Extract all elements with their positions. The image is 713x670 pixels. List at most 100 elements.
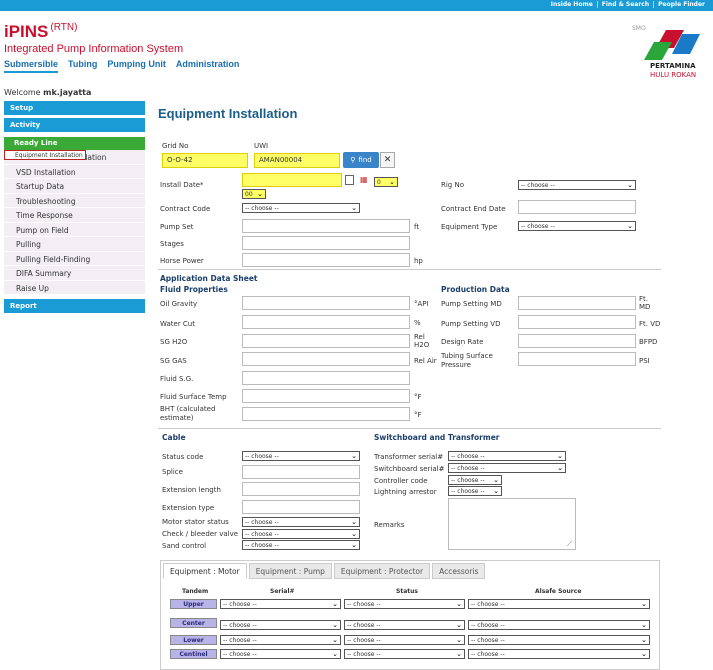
cable-title: Cable (162, 433, 186, 442)
find-button[interactable]: ⚲ find (343, 152, 379, 168)
water-cut-input[interactable] (242, 315, 410, 329)
centinel-alsafe-select[interactable]: -- choose -- ⌄ (468, 649, 650, 659)
hour-select[interactable]: 0 ⌄ (374, 177, 398, 187)
nav-submersible[interactable]: Submersible (4, 59, 59, 73)
center-serial-select[interactable]: -- choose -- ⌄ (220, 620, 341, 630)
resize-handle-icon[interactable]: ⟋ (567, 540, 572, 549)
transformer-serial-select[interactable]: -- choose -- ⌄ (448, 451, 566, 461)
uwi-label: UWI (254, 142, 269, 150)
sidebar-item-troubleshooting[interactable]: Troubleshooting (4, 193, 145, 208)
tubing-surface-pressure-input[interactable] (518, 352, 636, 366)
sg-gas-label: SG GAS (160, 357, 187, 365)
splice-input[interactable] (242, 465, 360, 479)
centinel-serial-select[interactable]: -- choose -- ⌄ (220, 649, 341, 659)
controller-code-select[interactable]: -- choose -- ⌄ (448, 475, 502, 485)
pump-setting-vd-input[interactable] (518, 315, 636, 329)
sidebar-ready-line: Ready Line (4, 137, 145, 150)
centinel-status-select[interactable]: -- choose -- ⌄ (344, 649, 465, 659)
horse-power-input[interactable] (242, 253, 410, 267)
sidebar-setup[interactable]: Setup (4, 101, 145, 115)
status-header: Status (396, 588, 418, 595)
fluid-sg-input[interactable] (242, 371, 410, 385)
tandem-centinel-button[interactable]: Centinel (170, 649, 217, 659)
smo-label: SMO (632, 25, 646, 32)
fluid-surface-temp-unit: °F (414, 393, 422, 401)
pump-set-label: Pump Set (160, 223, 194, 231)
sidebar-report[interactable]: Report (4, 299, 145, 313)
sg-gas-input[interactable] (242, 352, 410, 366)
rig-no-label: Rig No (441, 181, 464, 189)
sidebar-item-vsd-installation[interactable]: VSD Installation (4, 164, 145, 179)
bht-input[interactable] (242, 407, 410, 421)
motor-stator-status-label: Motor stator status (162, 518, 229, 526)
install-date-input[interactable] (242, 173, 342, 187)
rig-no-select[interactable]: -- choose -- ⌄ (518, 180, 636, 190)
calendar-icon[interactable] (345, 175, 354, 185)
nav-pumping-unit[interactable]: Pumping Unit (107, 59, 166, 73)
tandem-upper-button[interactable]: Upper (170, 599, 217, 609)
center-alsafe-select[interactable]: -- choose -- ⌄ (468, 620, 650, 630)
switchboard-serial-select[interactable]: -- choose -- ⌄ (448, 463, 566, 473)
fluid-surface-temp-input[interactable] (242, 389, 410, 403)
check-bleeder-valve-select[interactable]: -- choose -- ⌄ (242, 529, 360, 539)
upper-serial-select[interactable]: -- choose -- ⌄ (220, 599, 341, 609)
pump-setting-vd-unit: Ft. VD (639, 320, 661, 328)
water-cut-label: Water Cut (160, 320, 195, 328)
sand-control-select[interactable]: -- choose -- ⌄ (242, 540, 360, 550)
oil-gravity-label: Oil Gravity (160, 300, 198, 308)
find-search-link[interactable]: Find & Search (596, 1, 653, 8)
sidebar-item-pump-on-field[interactable]: Pump on Field (4, 222, 145, 237)
people-finder-link[interactable]: People Finder (653, 1, 709, 8)
upper-status-select[interactable]: -- choose -- ⌄ (344, 599, 465, 609)
sg-h2o-input[interactable] (242, 334, 410, 348)
tandem-lower-button[interactable]: Lower (170, 635, 217, 645)
sidebar-item-difa-summary[interactable]: DIFA Summary (4, 266, 145, 281)
extension-length-input[interactable] (242, 482, 360, 496)
clear-date-icon[interactable]: ▦ (360, 175, 369, 185)
pump-set-input[interactable] (242, 219, 410, 233)
extension-type-label: Extension type (162, 504, 215, 512)
lower-serial-select[interactable]: -- choose -- ⌄ (220, 635, 341, 645)
sidebar-item-pulling[interactable]: Pulling (4, 237, 145, 252)
motor-stator-status-select[interactable]: -- choose -- ⌄ (242, 517, 360, 527)
lightning-arrestor-select[interactable]: -- choose -- ⌄ (448, 486, 502, 496)
status-code-label: Status code (162, 453, 204, 461)
bht-label: BHT (calculated estimate) (160, 405, 216, 422)
contract-code-select[interactable]: -- choose -- ⌄ (242, 203, 360, 213)
tab-equipment-pump[interactable]: Equipment : Pump (248, 563, 332, 579)
center-status-select[interactable]: -- choose -- ⌄ (344, 620, 465, 630)
sidebar-item-startup-data[interactable]: Startup Data (4, 179, 145, 194)
sidebar-item-time-response[interactable]: Time Response (4, 208, 145, 223)
minute-select[interactable]: 00 ⌄ (242, 189, 266, 199)
status-code-select[interactable]: -- choose -- ⌄ (242, 451, 360, 461)
top-bar: Inside Home Find & Search People Finder (0, 0, 713, 11)
tab-equipment-motor[interactable]: Equipment : Motor (163, 563, 247, 579)
equipment-type-select[interactable]: -- choose -- ⌄ (518, 221, 636, 231)
tandem-center-button[interactable]: Center (170, 618, 217, 628)
design-rate-input[interactable] (518, 334, 636, 348)
upper-alsafe-select[interactable]: -- choose -- ⌄ (468, 599, 650, 609)
lower-alsafe-select[interactable]: -- choose -- ⌄ (468, 635, 650, 645)
oil-gravity-unit: °API (414, 300, 429, 308)
nav-administration[interactable]: Administration (176, 59, 240, 73)
remarks-textarea[interactable] (448, 498, 576, 550)
sidebar-item-pulling-field-finding[interactable]: Pulling Field-Finding (4, 251, 145, 266)
tab-equipment-protector[interactable]: Equipment : Protector (333, 563, 431, 579)
horse-power-unit: hp (414, 257, 423, 265)
nav-tubing[interactable]: Tubing (68, 59, 97, 73)
pump-setting-md-input[interactable] (518, 296, 636, 310)
sidebar-item-raise-up[interactable]: Raise Up (4, 280, 145, 295)
extension-type-input[interactable] (242, 500, 360, 514)
clear-button[interactable]: ✕ (380, 152, 395, 168)
uwi-input[interactable]: AMAN00004 (254, 153, 340, 168)
contract-end-date-input[interactable] (518, 200, 636, 214)
tab-accessoris[interactable]: Accessoris (432, 563, 486, 579)
divider (158, 269, 661, 270)
sidebar-activity[interactable]: Activity (4, 118, 145, 132)
sidebar-item-equipment-installation[interactable]: Equipment Installation (4, 150, 86, 160)
inside-home-link[interactable]: Inside Home (547, 1, 597, 8)
lower-status-select[interactable]: -- choose -- ⌄ (344, 635, 465, 645)
stages-input[interactable] (242, 236, 410, 250)
grid-no-input[interactable]: O-O-42 (162, 153, 248, 168)
oil-gravity-input[interactable] (242, 296, 410, 310)
